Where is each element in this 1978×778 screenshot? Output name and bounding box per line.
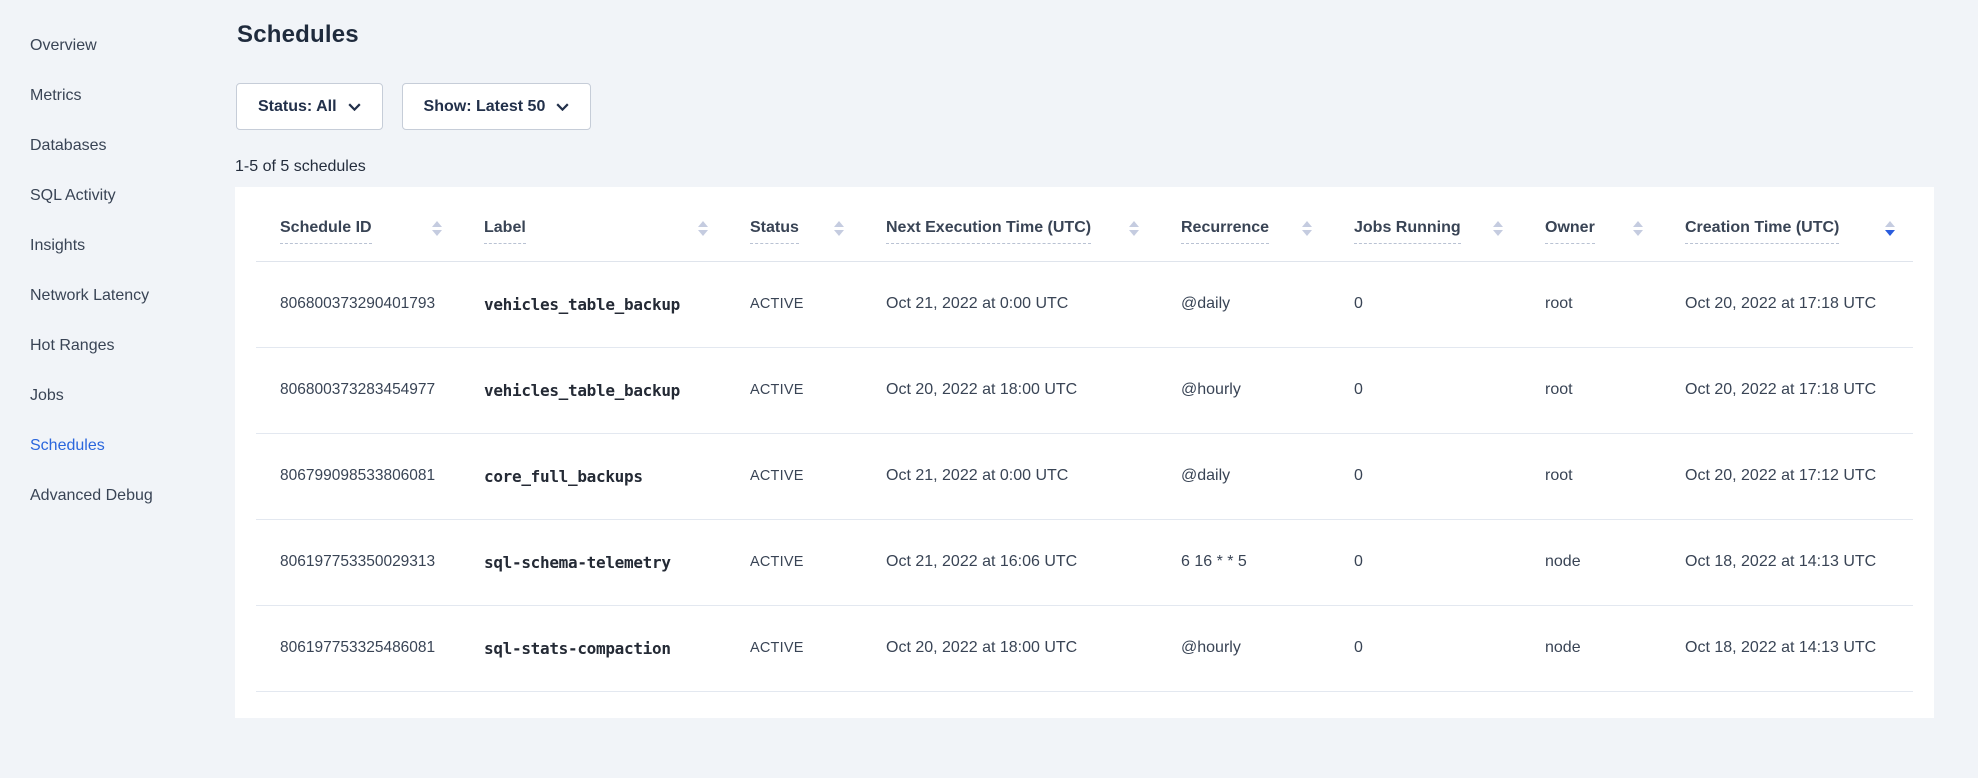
page-title: Schedules [237,21,359,49]
sort-icon [1493,221,1503,242]
sort-icon [1302,221,1312,242]
column-label: Creation Time (UTC) [1685,219,1839,244]
cell-next-execution-time-utc: Oct 21, 2022 at 0:00 UTC [862,261,1157,347]
sidebar-item-metrics[interactable]: Metrics [30,71,210,121]
cell-schedule-id: 806197753325486081 [256,605,460,691]
cell-creation-time-utc: Oct 18, 2022 at 14:13 UTC [1661,519,1913,605]
cell-owner: root [1521,347,1661,433]
column-label: Jobs Running [1354,219,1461,244]
column-label: Next Execution Time (UTC) [886,219,1091,244]
cell-next-execution-time-utc: Oct 20, 2022 at 18:00 UTC [862,605,1157,691]
results-count: 1-5 of 5 schedules [235,158,366,176]
cell-owner: node [1521,605,1661,691]
cell-status: ACTIVE [726,261,862,347]
cell-schedule-id: 806800373283454977 [256,347,460,433]
cell-next-execution-time-utc: Oct 21, 2022 at 16:06 UTC [862,519,1157,605]
cell-label: sql-stats-compaction [460,605,726,691]
cell-jobs-running: 0 [1330,347,1521,433]
cell-jobs-running: 0 [1330,519,1521,605]
column-label: Schedule ID [280,219,372,244]
cell-creation-time-utc: Oct 20, 2022 at 17:12 UTC [1661,433,1913,519]
column-header-jobs-running[interactable]: Jobs Running [1330,187,1521,261]
sidebar-item-overview[interactable]: Overview [30,21,210,71]
column-header-owner[interactable]: Owner [1521,187,1661,261]
cell-owner: root [1521,261,1661,347]
cell-status: ACTIVE [726,433,862,519]
sidebar: OverviewMetricsDatabasesSQL ActivityInsi… [30,21,210,521]
sidebar-item-network-latency[interactable]: Network Latency [30,271,210,321]
table-header-row: Schedule ID Label Status Next Execution Tim… [256,187,1913,261]
column-header-status[interactable]: Status [726,187,862,261]
cell-creation-time-utc: Oct 18, 2022 at 14:13 UTC [1661,605,1913,691]
table-row: 806800373290401793vehicles_table_backupA… [256,261,1913,347]
main-content: Schedules Status: All Show: Latest 50 1-… [235,0,1934,778]
show-filter-dropdown[interactable]: Show: Latest 50 [402,83,592,130]
sort-icon [1633,221,1643,242]
chevron-down-icon [348,103,361,111]
column-header-label[interactable]: Label [460,187,726,261]
column-label: Label [484,219,526,244]
sort-icon [834,221,844,242]
table-row: 806800373283454977vehicles_table_backupA… [256,347,1913,433]
column-header-creation-time-utc[interactable]: Creation Time (UTC) [1661,187,1913,261]
cell-schedule-id: 806197753350029313 [256,519,460,605]
cell-creation-time-utc: Oct 20, 2022 at 17:18 UTC [1661,261,1913,347]
sort-icon [698,221,708,242]
cell-recurrence: @daily [1157,261,1330,347]
column-header-schedule-id[interactable]: Schedule ID [256,187,460,261]
sort-icon [1129,221,1139,242]
schedules-table: Schedule ID Label Status Next Execution Tim… [256,187,1913,692]
sidebar-item-advanced-debug[interactable]: Advanced Debug [30,471,210,521]
sidebar-item-insights[interactable]: Insights [30,221,210,271]
sort-icon [432,221,442,242]
cell-next-execution-time-utc: Oct 20, 2022 at 18:00 UTC [862,347,1157,433]
cell-label: sql-schema-telemetry [460,519,726,605]
schedules-table-card: Schedule ID Label Status Next Execution Tim… [235,187,1934,718]
column-label: Status [750,219,799,244]
table-row: 806197753325486081sql-stats-compactionAC… [256,605,1913,691]
cell-jobs-running: 0 [1330,261,1521,347]
cell-schedule-id: 806799098533806081 [256,433,460,519]
cell-recurrence: @daily [1157,433,1330,519]
cell-owner: root [1521,433,1661,519]
sidebar-item-databases[interactable]: Databases [30,121,210,171]
cell-label: vehicles_table_backup [460,261,726,347]
column-header-recurrence[interactable]: Recurrence [1157,187,1330,261]
column-header-next-execution-time-utc[interactable]: Next Execution Time (UTC) [862,187,1157,261]
sidebar-item-schedules[interactable]: Schedules [30,421,210,471]
column-label: Recurrence [1181,219,1269,244]
sort-icon [1885,221,1895,242]
cell-jobs-running: 0 [1330,433,1521,519]
status-filter-label: Status: All [258,98,337,116]
cell-label: core_full_backups [460,433,726,519]
cell-status: ACTIVE [726,605,862,691]
cell-label: vehicles_table_backup [460,347,726,433]
cell-next-execution-time-utc: Oct 21, 2022 at 0:00 UTC [862,433,1157,519]
show-filter-label: Show: Latest 50 [424,98,546,116]
filter-bar: Status: All Show: Latest 50 [236,83,591,130]
cell-schedule-id: 806800373290401793 [256,261,460,347]
cell-recurrence: 6 16 * * 5 [1157,519,1330,605]
sidebar-item-sql-activity[interactable]: SQL Activity [30,171,210,221]
table-row: 806799098533806081core_full_backupsACTIV… [256,433,1913,519]
status-filter-dropdown[interactable]: Status: All [236,83,383,130]
cell-owner: node [1521,519,1661,605]
cell-creation-time-utc: Oct 20, 2022 at 17:18 UTC [1661,347,1913,433]
table-body: 806800373290401793vehicles_table_backupA… [256,261,1913,691]
cell-status: ACTIVE [726,347,862,433]
sidebar-item-jobs[interactable]: Jobs [30,371,210,421]
cell-jobs-running: 0 [1330,605,1521,691]
column-label: Owner [1545,219,1595,244]
chevron-down-icon [556,103,569,111]
cell-recurrence: @hourly [1157,605,1330,691]
cell-status: ACTIVE [726,519,862,605]
cell-recurrence: @hourly [1157,347,1330,433]
table-row: 806197753350029313sql-schema-telemetryAC… [256,519,1913,605]
sidebar-item-hot-ranges[interactable]: Hot Ranges [30,321,210,371]
